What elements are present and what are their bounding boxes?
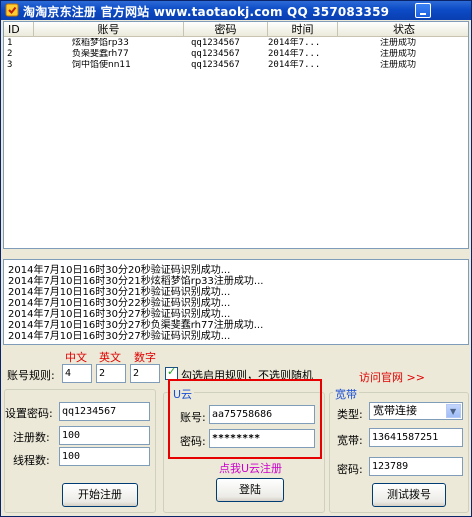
register-count-label: 注册数: — [13, 431, 50, 444]
cell-time: 2014年7... — [268, 38, 321, 48]
set-password-input[interactable]: qq1234567 — [59, 402, 150, 421]
cell-password: qq1234567 — [191, 49, 240, 59]
start-register-button[interactable]: 开始注册 — [62, 483, 138, 507]
threads-label: 线程数: — [13, 454, 50, 467]
title-bar[interactable]: 淘淘京东注册 官方网站 www.taotaokj.com QQ 35708335… — [1, 1, 471, 20]
cell-password: qq1234567 — [191, 60, 240, 70]
broadband-account-input[interactable]: 13641587251 — [369, 428, 463, 447]
cell-status: 注册成功 — [380, 49, 417, 59]
english-column-label: 英文 — [99, 351, 121, 364]
column-header-status[interactable]: 状态 — [338, 22, 468, 37]
column-header-time[interactable]: 时间 — [268, 22, 338, 37]
window-title: 淘淘京东注册 官方网站 www.taotaokj.com QQ 35708335… — [23, 5, 390, 19]
table-header: ID 账号 密码 时间 状态 — [4, 22, 468, 37]
log-line: 2014年7月10日16时30分22秒验证码识别成功... — [8, 298, 231, 309]
digits-column-label: 数字 — [134, 351, 156, 364]
minimize-button[interactable] — [415, 3, 431, 18]
cell-status: 注册成功 — [380, 60, 417, 70]
english-count-input[interactable]: 2 — [96, 364, 126, 383]
register-count-input[interactable]: 100 — [59, 426, 150, 445]
cell-id: 3 — [7, 60, 13, 70]
cell-time: 2014年7... — [268, 49, 321, 59]
column-header-password[interactable]: 密码 — [184, 22, 268, 37]
cell-account: 炫稻梦馅rp33 — [72, 38, 129, 48]
cell-account: 负渠斐蠢rh77 — [72, 49, 129, 59]
app-icon — [5, 3, 19, 17]
connection-type-label: 类型: — [337, 408, 363, 421]
log-line: 2014年7月10日16时30分27秒验证码识别成功... — [8, 309, 231, 320]
results-table[interactable]: ID 账号 密码 时间 状态 1 炫稻梦馅rp33 qq1234567 2014… — [3, 21, 469, 249]
cell-id: 1 — [7, 38, 13, 48]
log-area[interactable]: 2014年7月10日16时30分20秒验证码识别成功... 2014年7月10日… — [3, 259, 469, 345]
connection-type-select[interactable]: 宽带连接 — [369, 402, 463, 420]
cell-id: 2 — [7, 49, 13, 59]
chevron-down-icon[interactable] — [446, 404, 461, 419]
cell-account: 饲中馅使nn11 — [72, 60, 131, 70]
test-dial-button[interactable]: 测试拨号 — [372, 483, 446, 507]
chinese-column-label: 中文 — [65, 351, 87, 364]
log-line: 2014年7月10日16时30分27秒验证码识别成功... — [8, 331, 231, 342]
log-line: 2014年7月10日16时30分21秒验证码识别成功... — [8, 287, 231, 298]
table-row[interactable]: 2 负渠斐蠢rh77 qq1234567 2014年7... 注册成功 — [4, 49, 468, 60]
cloud-password-input[interactable]: ******** — [209, 429, 315, 448]
connection-type-value: 宽带连接 — [373, 404, 417, 417]
table-row[interactable]: 3 饲中馅使nn11 qq1234567 2014年7... 注册成功 — [4, 60, 468, 71]
account-rules-label: 账号规则: — [7, 369, 55, 382]
set-password-label: 设置密码: — [5, 407, 53, 420]
column-header-id[interactable]: ID — [4, 22, 34, 37]
cloud-register-link[interactable]: 点我U云注册 — [219, 460, 282, 476]
cloud-account-input[interactable]: aa75758686 — [209, 405, 315, 424]
log-line: 2014年7月10日16时30分20秒验证码识别成功... — [8, 265, 231, 276]
login-button[interactable]: 登陆 — [216, 478, 284, 502]
table-row[interactable]: 1 炫稻梦馅rp33 qq1234567 2014年7... 注册成功 — [4, 38, 468, 49]
cell-password: qq1234567 — [191, 38, 240, 48]
broadband-group-title: 宽带 — [333, 386, 359, 402]
log-line: 2014年7月10日16时30分21秒炫稻梦馅rp33注册成功... — [8, 276, 264, 287]
visit-site-link[interactable]: 访问官网 >> — [359, 369, 425, 385]
column-header-account[interactable]: 账号 — [34, 22, 184, 37]
chinese-count-input[interactable]: 4 — [62, 364, 92, 383]
app-window: 淘淘京东注册 官方网站 www.taotaokj.com QQ 35708335… — [0, 0, 472, 517]
broadband-account-label: 宽带: — [337, 434, 363, 447]
broadband-password-label: 密码: — [337, 463, 363, 476]
digit-count-input[interactable]: 2 — [130, 364, 160, 383]
broadband-password-input[interactable]: 123789 — [369, 457, 463, 476]
cloud-account-label: 账号: — [180, 411, 206, 424]
cloud-password-label: 密码: — [180, 435, 206, 448]
threads-input[interactable]: 100 — [59, 447, 150, 466]
cell-time: 2014年7... — [268, 60, 321, 70]
cell-status: 注册成功 — [380, 38, 417, 48]
log-line: 2014年7月10日16时30分27秒负渠斐蠢rh77注册成功... — [8, 320, 264, 331]
